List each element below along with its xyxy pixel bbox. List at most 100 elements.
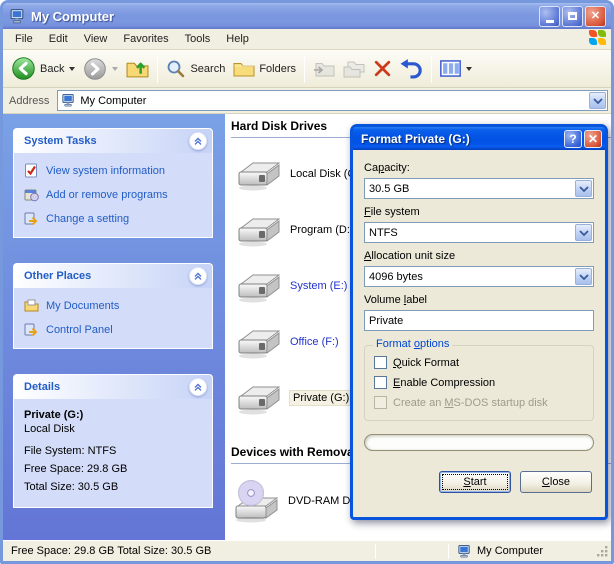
file-system-dropdown[interactable]: NTFS bbox=[364, 222, 594, 243]
minimize-button[interactable] bbox=[539, 6, 560, 27]
hard-drive-icon bbox=[233, 322, 281, 362]
address-bar: Address My Computer bbox=[3, 88, 611, 114]
format-dialog-titlebar[interactable]: Format Private (G:) ? ✕ bbox=[353, 127, 605, 150]
move-to-button bbox=[309, 58, 339, 80]
details-panel: Details Private (G:) Local Disk File Sys… bbox=[13, 374, 213, 508]
format-dialog: Format Private (G:) ? ✕ Capacity: 30.5 G… bbox=[350, 124, 608, 520]
collapse-chevron-icon[interactable] bbox=[189, 132, 207, 150]
menu-file[interactable]: File bbox=[7, 30, 41, 48]
forward-button[interactable] bbox=[79, 55, 122, 83]
task-label[interactable]: My Documents bbox=[46, 300, 119, 312]
my-computer-window: My Computer ✕ File Edit View Favorites T… bbox=[0, 0, 614, 564]
task-label[interactable]: Add or remove programs bbox=[46, 189, 168, 201]
chevron-down-icon[interactable] bbox=[575, 224, 592, 241]
allocation-unit-size-dropdown[interactable]: 4096 bytes bbox=[364, 266, 594, 287]
help-button[interactable]: ? bbox=[564, 130, 582, 148]
collapse-chevron-icon[interactable] bbox=[189, 267, 207, 285]
system-information-icon bbox=[24, 163, 39, 178]
menu-view[interactable]: View bbox=[76, 30, 116, 48]
system-tasks-header[interactable]: System Tasks bbox=[13, 128, 213, 153]
undo-icon bbox=[400, 58, 423, 79]
volume-label-input[interactable]: Private bbox=[364, 310, 594, 331]
address-combo[interactable]: My Computer bbox=[57, 90, 608, 111]
chevron-down-icon[interactable] bbox=[575, 180, 592, 197]
details-free-space: Free Space: 29.8 GB bbox=[24, 463, 206, 475]
menu-tools[interactable]: Tools bbox=[177, 30, 219, 48]
other-places-panel: Other Places My Documents bbox=[13, 263, 213, 349]
details-total-size: Total Size: 30.5 GB bbox=[24, 481, 206, 493]
drive-label[interactable]: Program (D:) bbox=[290, 224, 354, 236]
window-title: My Computer bbox=[31, 9, 539, 24]
folder-up-icon bbox=[126, 58, 149, 79]
dvd-drive-icon bbox=[231, 478, 279, 524]
toolbar-separator bbox=[304, 55, 305, 83]
chevron-down-icon[interactable] bbox=[575, 268, 592, 285]
task-view-system-information[interactable]: View system information bbox=[24, 163, 206, 178]
close-button[interactable]: ✕ bbox=[585, 6, 606, 27]
task-label[interactable]: Change a setting bbox=[46, 213, 129, 225]
task-label[interactable]: View system information bbox=[46, 165, 165, 177]
details-header[interactable]: Details bbox=[13, 374, 213, 399]
enable-compression-checkbox[interactable] bbox=[374, 376, 387, 389]
drive-label[interactable]: Private (G:) bbox=[290, 391, 352, 405]
views-dropdown-icon[interactable] bbox=[466, 67, 472, 71]
allocation-unit-size-label: Allocation unit size bbox=[364, 250, 594, 262]
search-button[interactable]: Search bbox=[162, 57, 229, 81]
my-documents-icon bbox=[24, 298, 39, 313]
folders-button[interactable]: Folders bbox=[229, 58, 300, 80]
folders-label: Folders bbox=[259, 63, 296, 75]
drive-label[interactable]: Office (F:) bbox=[290, 336, 339, 348]
address-dropdown-button[interactable] bbox=[589, 92, 606, 109]
copy-to-icon bbox=[343, 60, 365, 78]
hard-drive-icon bbox=[233, 266, 281, 306]
copy-to-button bbox=[339, 58, 369, 80]
standard-buttons-toolbar: Back Search Folders bbox=[3, 50, 611, 88]
undo-button[interactable] bbox=[396, 56, 427, 81]
delete-button[interactable] bbox=[369, 57, 396, 80]
drive-label[interactable]: System (E:) bbox=[290, 280, 347, 292]
file-system-value: NTFS bbox=[365, 227, 574, 239]
capacity-dropdown[interactable]: 30.5 GB bbox=[364, 178, 594, 199]
start-button[interactable]: Start bbox=[439, 471, 511, 493]
back-label: Back bbox=[40, 63, 64, 75]
windows-logo-icon bbox=[589, 30, 609, 48]
back-button[interactable]: Back bbox=[7, 54, 79, 83]
change-setting-icon bbox=[24, 211, 39, 226]
views-icon bbox=[440, 60, 461, 77]
status-bar: Free Space: 29.8 GB Total Size: 30.5 GB … bbox=[3, 540, 611, 561]
search-label: Search bbox=[190, 63, 225, 75]
dialog-close-button[interactable]: ✕ bbox=[584, 130, 602, 148]
capacity-label: Capacity: bbox=[364, 162, 594, 174]
up-button[interactable] bbox=[122, 56, 153, 81]
menu-favorites[interactable]: Favorites bbox=[115, 30, 176, 48]
status-free-space: Free Space: 29.8 GB Total Size: 30.5 GB bbox=[3, 545, 375, 557]
quick-format-option[interactable]: Quick Format bbox=[374, 356, 585, 369]
views-button[interactable] bbox=[436, 58, 476, 79]
task-add-remove-programs[interactable]: Add or remove programs bbox=[24, 187, 206, 202]
place-my-documents[interactable]: My Documents bbox=[24, 298, 206, 313]
place-control-panel[interactable]: Control Panel bbox=[24, 322, 206, 337]
back-icon bbox=[11, 56, 36, 81]
address-value[interactable]: My Computer bbox=[80, 95, 588, 107]
other-places-header[interactable]: Other Places bbox=[13, 263, 213, 288]
capacity-value: 30.5 GB bbox=[365, 183, 574, 195]
back-dropdown-icon[interactable] bbox=[69, 67, 75, 71]
delete-icon bbox=[373, 59, 392, 78]
folders-icon bbox=[233, 60, 255, 78]
menu-help[interactable]: Help bbox=[218, 30, 257, 48]
window-titlebar[interactable]: My Computer ✕ bbox=[3, 3, 611, 29]
task-label[interactable]: Control Panel bbox=[46, 324, 113, 336]
quick-format-checkbox[interactable] bbox=[374, 356, 387, 369]
enable-compression-label: Enable Compression bbox=[393, 377, 495, 389]
resize-grip[interactable] bbox=[596, 545, 609, 558]
task-change-a-setting[interactable]: Change a setting bbox=[24, 211, 206, 226]
collapse-chevron-icon[interactable] bbox=[189, 378, 207, 396]
dialog-close-action-button[interactable]: Close bbox=[520, 471, 592, 493]
menu-edit[interactable]: Edit bbox=[41, 30, 76, 48]
format-options-group: Format options Quick Format Enable Compr… bbox=[364, 345, 594, 421]
details-drive-type: Local Disk bbox=[24, 423, 206, 435]
volume-label-label: Volume label bbox=[364, 294, 594, 306]
enable-compression-option[interactable]: Enable Compression bbox=[374, 376, 585, 389]
maximize-button[interactable] bbox=[562, 6, 583, 27]
toolbar-separator bbox=[431, 55, 432, 83]
